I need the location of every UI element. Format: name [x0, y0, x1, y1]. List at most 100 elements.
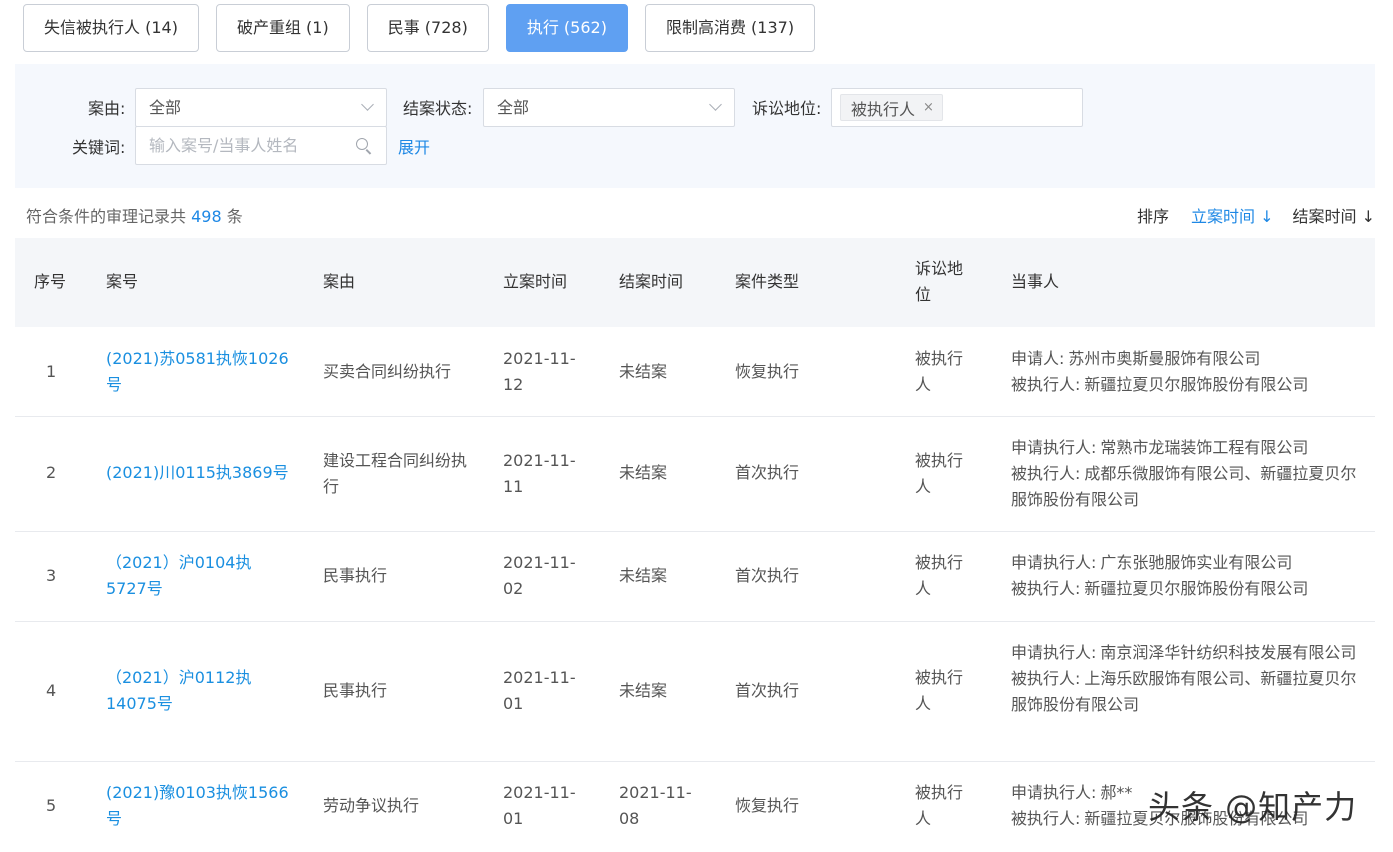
row-no: 4 [46, 681, 57, 700]
filed-date: 2021-11-01 [503, 668, 576, 713]
record-count: 498 [191, 207, 222, 226]
position-tag: 被执行人 × [840, 94, 943, 121]
tab-civil[interactable]: 民事 (728) [366, 4, 489, 52]
case-table: 序号 案号 案由 立案时间 结案时间 案件类型 诉讼地位 当事人 1 (2021… [15, 238, 1375, 852]
case-number-link[interactable]: (2021)苏0581执恢1026号 [106, 346, 296, 398]
party-role: 被执行人: [1011, 809, 1081, 828]
party-name: 南京润泽华针纺织科技发展有限公司 [1100, 643, 1357, 662]
party-role: 申请人: [1011, 349, 1065, 368]
case-type: 恢复执行 [735, 796, 800, 815]
party-line: 被执行人: 新疆拉夏贝尔服饰股份有限公司 [1011, 576, 1361, 602]
party-role: 申请执行人: [1011, 553, 1097, 572]
header-type: 案件类型 [735, 272, 800, 291]
sort-by-filed-date[interactable]: 立案时间 ↓ [1191, 203, 1274, 227]
table-row: 2 (2021)川0115执3869号 建设工程合同纠纷执行 2021-11-1… [15, 417, 1375, 532]
litigation-position: 被执行人 [915, 349, 964, 394]
filed-date: 2021-11-01 [503, 783, 576, 828]
table-row: 3 （2021）沪0104执5727号 民事执行 2021-11-02 未结案 … [15, 532, 1375, 622]
party-line: 申请执行人: 常熟市龙瑞装饰工程有限公司 [1011, 435, 1361, 461]
close-icon[interactable]: × [923, 100, 934, 115]
party-role: 申请执行人: [1011, 438, 1097, 457]
case-reason: 买卖合同纠纷执行 [323, 362, 452, 381]
party-name: 常熟市龙瑞装饰工程有限公司 [1100, 438, 1309, 457]
header-filed: 立案时间 [503, 272, 568, 291]
case-number-link[interactable]: （2021）沪0104执5727号 [106, 550, 256, 602]
expand-link[interactable]: 展开 [398, 134, 430, 158]
table-header: 序号 案号 案由 立案时间 结案时间 案件类型 诉讼地位 当事人 [15, 238, 1375, 327]
party-name: 新疆拉夏贝尔服饰股份有限公司 [1084, 375, 1309, 394]
chevron-down-icon [361, 98, 374, 111]
table-row: 4 （2021）沪0112执14075号 民事执行 2021-11-01 未结案… [15, 622, 1375, 762]
sort-label: 排序 [1136, 207, 1169, 226]
case-reason: 劳动争议执行 [323, 796, 420, 815]
party-role: 被执行人: [1011, 464, 1081, 483]
closed-date: 2021-11-08 [619, 783, 692, 828]
case-reason: 建设工程合同纠纷执行 [323, 451, 468, 496]
parties: 申请人: 苏州市奥斯曼服饰有限公司 被执行人: 新疆拉夏贝尔服饰股份有限公司 [1011, 346, 1361, 398]
case-type: 首次执行 [735, 463, 800, 482]
party-role: 被执行人: [1011, 579, 1081, 598]
row-no: 3 [46, 566, 57, 585]
watermark: 头条 @知产力 [1148, 788, 1358, 826]
status-select[interactable]: 全部 [483, 88, 735, 127]
case-reason: 民事执行 [323, 566, 388, 585]
header-case-no: 案号 [106, 272, 139, 291]
case-number-link[interactable]: (2021)豫0103执恢1566号 [106, 780, 296, 832]
case-reason-label: 案由: [88, 99, 126, 118]
position-label: 诉讼地位: [752, 99, 822, 118]
sort-by-closed-date[interactable]: 结案时间 ↓ [1293, 203, 1376, 227]
filed-date: 2021-11-12 [503, 349, 576, 394]
summary-suffix: 条 [226, 207, 243, 226]
row-no: 1 [46, 362, 57, 381]
case-number-link[interactable]: (2021)川0115执3869号 [106, 460, 306, 486]
status-label: 结案状态: [403, 99, 473, 118]
party-line: 申请执行人: 广东张驰服饰实业有限公司 [1011, 550, 1361, 576]
party-name: 苏州市奥斯曼服饰有限公司 [1068, 349, 1261, 368]
party-line: 申请执行人: 南京润泽华针纺织科技发展有限公司 [1011, 640, 1361, 666]
header-no: 序号 [34, 272, 67, 291]
header-closed: 结案时间 [619, 272, 684, 291]
tab-dishonest[interactable]: 失信被执行人 (14) [23, 4, 199, 52]
party-line: 被执行人: 成都乐微服饰有限公司、新疆拉夏贝尔服饰股份有限公司 [1011, 461, 1361, 513]
tab-consumption-limit[interactable]: 限制高消费 (137) [644, 4, 816, 52]
party-role: 被执行人: [1011, 669, 1081, 688]
party-line: 被执行人: 新疆拉夏贝尔服饰股份有限公司 [1011, 372, 1361, 398]
chevron-down-icon [709, 98, 722, 111]
case-number-link[interactable]: （2021）沪0112执14075号 [106, 665, 256, 717]
filed-date: 2021-11-02 [503, 553, 576, 598]
search-icon[interactable] [356, 138, 368, 150]
tab-execution[interactable]: 执行 (562) [505, 4, 628, 52]
position-select[interactable]: 被执行人 × [831, 88, 1083, 127]
tab-bankruptcy[interactable]: 破产重组 (1) [215, 4, 350, 52]
litigation-position: 被执行人 [915, 668, 964, 713]
header-position: 诉讼地位 [915, 259, 964, 304]
closed-date: 未结案 [619, 566, 668, 585]
parties: 申请执行人: 南京润泽华针纺织科技发展有限公司 被执行人: 上海乐欧服饰有限公司、新… [1011, 640, 1361, 718]
party-name: 郝** [1100, 783, 1133, 802]
header-parties: 当事人 [1011, 272, 1060, 291]
party-line: 被执行人: 上海乐欧服饰有限公司、新疆拉夏贝尔服饰股份有限公司 [1011, 666, 1361, 718]
filter-panel: 案由: 全部 结案状态: 全部 诉讼地位: 被执行人 × 关键词: 展开 [15, 64, 1375, 188]
header-reason: 案由 [323, 272, 356, 291]
case-type: 恢复执行 [735, 362, 800, 381]
row-no: 2 [46, 463, 57, 482]
parties: 申请执行人: 广东张驰服饰实业有限公司 被执行人: 新疆拉夏贝尔服饰股份有限公司 [1011, 550, 1361, 602]
keyword-label: 关键词: [72, 138, 126, 157]
closed-date: 未结案 [619, 362, 668, 381]
party-role: 申请执行人: [1011, 783, 1097, 802]
case-type: 首次执行 [735, 681, 800, 700]
row-no: 5 [46, 796, 57, 815]
parties: 申请执行人: 常熟市龙瑞装饰工程有限公司 被执行人: 成都乐微服饰有限公司、新疆拉夏… [1011, 435, 1361, 513]
litigation-position: 被执行人 [915, 451, 964, 496]
party-name: 新疆拉夏贝尔服饰股份有限公司 [1084, 579, 1309, 598]
category-tabs: 失信被执行人 (14) 破产重组 (1) 民事 (728) 执行 (562) 限… [23, 4, 832, 52]
case-reason: 民事执行 [323, 681, 388, 700]
record-summary: 符合条件的审理记录共 498 条 [26, 203, 243, 227]
party-role: 被执行人: [1011, 375, 1081, 394]
closed-date: 未结案 [619, 463, 668, 482]
filed-date: 2021-11-11 [503, 451, 576, 496]
keyword-search-input[interactable] [135, 126, 387, 165]
table-row: 1 (2021)苏0581执恢1026号 买卖合同纠纷执行 2021-11-12… [15, 327, 1375, 417]
litigation-position: 被执行人 [915, 783, 964, 828]
case-reason-select[interactable]: 全部 [135, 88, 387, 127]
